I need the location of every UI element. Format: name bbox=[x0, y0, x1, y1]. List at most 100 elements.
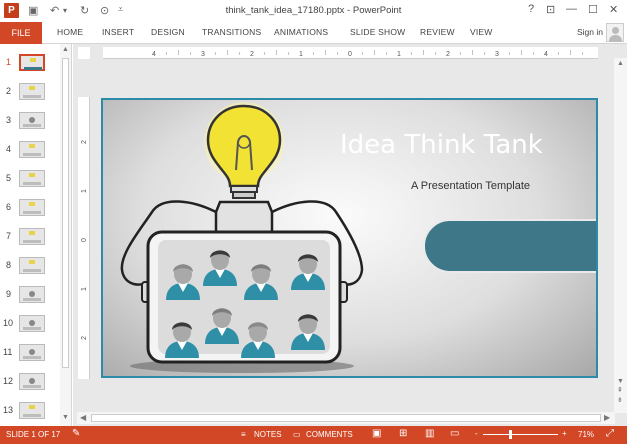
slide-subtitle[interactable]: A Presentation Template bbox=[411, 180, 530, 192]
thumbnail-slide-10[interactable]: 10 bbox=[0, 314, 60, 336]
thumbnail-image[interactable] bbox=[19, 373, 45, 390]
thumbnail-slide-6[interactable]: 6 bbox=[0, 198, 60, 220]
spelling-check-icon[interactable]: ✎ bbox=[72, 428, 80, 439]
thumbnail-image[interactable] bbox=[19, 141, 45, 158]
normal-view-icon[interactable]: ▣ bbox=[372, 428, 381, 439]
ruler-tick-label: 1 bbox=[81, 287, 88, 291]
help-icon[interactable]: ? bbox=[528, 3, 534, 15]
thumbnail-image[interactable] bbox=[19, 315, 45, 332]
title-banner bbox=[423, 219, 596, 273]
zoom-slider-thumb[interactable] bbox=[509, 430, 512, 439]
thumbnail-image[interactable] bbox=[19, 286, 45, 303]
thumbnail-slide-3[interactable]: 3 bbox=[0, 111, 60, 133]
slide-sorter-icon[interactable]: ⊞ bbox=[399, 428, 407, 439]
thumbnail-image[interactable] bbox=[19, 54, 45, 71]
thumbnail-image[interactable] bbox=[19, 344, 45, 361]
ruler-tick-label: 1 bbox=[397, 51, 401, 58]
tab-view[interactable]: VIEW bbox=[470, 27, 493, 37]
scroll-left-icon[interactable]: ◀ bbox=[80, 413, 86, 422]
thumbnail-slide-12[interactable]: 12 bbox=[0, 372, 60, 394]
avatar[interactable] bbox=[606, 23, 624, 42]
thumbnail-image[interactable] bbox=[19, 83, 45, 100]
notes-icon[interactable]: ≡ bbox=[241, 430, 246, 439]
thumbnail-number: 6 bbox=[6, 202, 12, 212]
next-slide-icon[interactable]: ⇟ bbox=[617, 396, 623, 404]
thumbnail-number: 12 bbox=[3, 376, 14, 386]
thumbnail-slide-4[interactable]: 4 bbox=[0, 140, 60, 162]
scroll-right-icon[interactable]: ▶ bbox=[604, 413, 610, 422]
thumbnail-number: 4 bbox=[6, 144, 12, 154]
vertical-scrollbar[interactable]: ▲ ⇞ ⇟ ▼ bbox=[614, 58, 627, 413]
scroll-up-icon[interactable]: ▲ bbox=[617, 60, 624, 67]
thumbnail-image[interactable] bbox=[19, 402, 45, 419]
horizontal-scrollbar[interactable]: ◀ ▶ bbox=[77, 412, 615, 424]
scroll-up-icon[interactable]: ▲ bbox=[62, 46, 69, 53]
close-icon[interactable]: ✕ bbox=[609, 3, 618, 16]
scroll-down-icon[interactable]: ▼ bbox=[62, 414, 69, 421]
sign-in-link[interactable]: Sign in bbox=[577, 27, 603, 37]
ruler-tick-label: 0 bbox=[348, 51, 352, 58]
tab-home[interactable]: HOME bbox=[57, 27, 83, 37]
slide-title[interactable]: Idea Think Tank bbox=[340, 130, 543, 160]
thumbnail-number: 2 bbox=[6, 86, 12, 96]
reading-view-icon[interactable]: ▥ bbox=[425, 428, 434, 439]
ruler-tick-label: 4 bbox=[544, 51, 548, 58]
thumbnail-slide-8[interactable]: 8 bbox=[0, 256, 60, 278]
thumbnail-slide-2[interactable]: 2 bbox=[0, 82, 60, 104]
minimize-icon[interactable]: — bbox=[566, 3, 577, 15]
tab-animations[interactable]: ANIMATIONS bbox=[274, 27, 328, 37]
thumbnail-number: 5 bbox=[6, 173, 12, 183]
slide-show-icon[interactable]: ▭ bbox=[450, 428, 459, 439]
zoom-level[interactable]: 71% bbox=[578, 430, 594, 439]
ruler-corner bbox=[78, 47, 90, 59]
zoom-out-button[interactable]: - bbox=[475, 429, 478, 438]
ruler-tick-label: 2 bbox=[446, 51, 450, 58]
file-tab[interactable]: FILE bbox=[0, 22, 42, 44]
previous-slide-icon[interactable]: ⇞ bbox=[617, 386, 623, 394]
ruler-tick-label: 2 bbox=[81, 140, 88, 144]
thumbnail-number: 11 bbox=[3, 347, 13, 357]
tab-design[interactable]: DESIGN bbox=[151, 27, 185, 37]
thumbnail-slide-11[interactable]: 11 bbox=[0, 343, 60, 365]
zoom-slider[interactable] bbox=[483, 434, 558, 435]
ruler-tick-label: 3 bbox=[201, 51, 205, 58]
thumbnail-image[interactable] bbox=[19, 170, 45, 187]
scroll-thumb[interactable] bbox=[62, 58, 69, 368]
thumbnail-image[interactable] bbox=[19, 112, 45, 129]
thumbnail-image[interactable] bbox=[19, 228, 45, 245]
zoom-in-button[interactable]: + bbox=[562, 429, 567, 438]
ribbon: FILE HOME INSERT DESIGN TRANSITIONS ANIM… bbox=[0, 22, 627, 44]
thumbnail-slide-7[interactable]: 7 bbox=[0, 227, 60, 249]
thumbnail-image[interactable] bbox=[19, 199, 45, 216]
slide-counter: SLIDE 1 OF 17 bbox=[6, 430, 61, 439]
thumbnail-number: 3 bbox=[6, 115, 12, 125]
thumbnail-number: 9 bbox=[6, 289, 12, 299]
ruler-tick-label: 2 bbox=[250, 51, 254, 58]
title-bar: P ▣ ↶ ▾ ↻ ⊙ ⩡ think_tank_idea_17180.pptx… bbox=[0, 0, 627, 22]
thumbnail-slide-5[interactable]: 5 bbox=[0, 169, 60, 191]
thumbnail-slide-9[interactable]: 9 bbox=[0, 285, 60, 307]
tab-transitions[interactable]: TRANSITIONS bbox=[202, 27, 261, 37]
thumbnail-number: 1 bbox=[6, 57, 12, 67]
fit-slide-to-window-icon[interactable]: ⤢ bbox=[606, 428, 614, 439]
thumbnail-slide-13[interactable]: 13 bbox=[0, 401, 60, 423]
tab-insert[interactable]: INSERT bbox=[102, 27, 134, 37]
ruler-tick-label: 4 bbox=[152, 51, 156, 58]
scroll-down-icon[interactable]: ▼ bbox=[617, 378, 624, 385]
thumbnail-scrollbar[interactable]: ▲ ▼ bbox=[60, 44, 71, 426]
thumbnail-image[interactable] bbox=[19, 257, 45, 274]
comments-icon[interactable]: ▭ bbox=[293, 430, 301, 439]
horizontal-ruler: 4 3 2 1 0 1 2 3 4 bbox=[103, 47, 598, 59]
maximize-icon[interactable]: ☐ bbox=[588, 3, 598, 16]
ruler-tick-label: 1 bbox=[299, 51, 303, 58]
tab-slide-show[interactable]: SLIDE SHOW bbox=[350, 27, 405, 37]
thumbnail-slide-1[interactable]: 1 bbox=[0, 53, 60, 75]
scroll-thumb[interactable] bbox=[91, 414, 601, 422]
ruler-tick-label: 2 bbox=[81, 336, 88, 340]
notes-button[interactable]: NOTES bbox=[254, 430, 282, 439]
ribbon-display-options-icon[interactable]: ⊡ bbox=[546, 3, 555, 16]
ruler-tick-label: 3 bbox=[495, 51, 499, 58]
tab-review[interactable]: REVIEW bbox=[420, 27, 455, 37]
thumbnail-number: 7 bbox=[6, 231, 12, 241]
comments-button[interactable]: COMMENTS bbox=[306, 430, 353, 439]
